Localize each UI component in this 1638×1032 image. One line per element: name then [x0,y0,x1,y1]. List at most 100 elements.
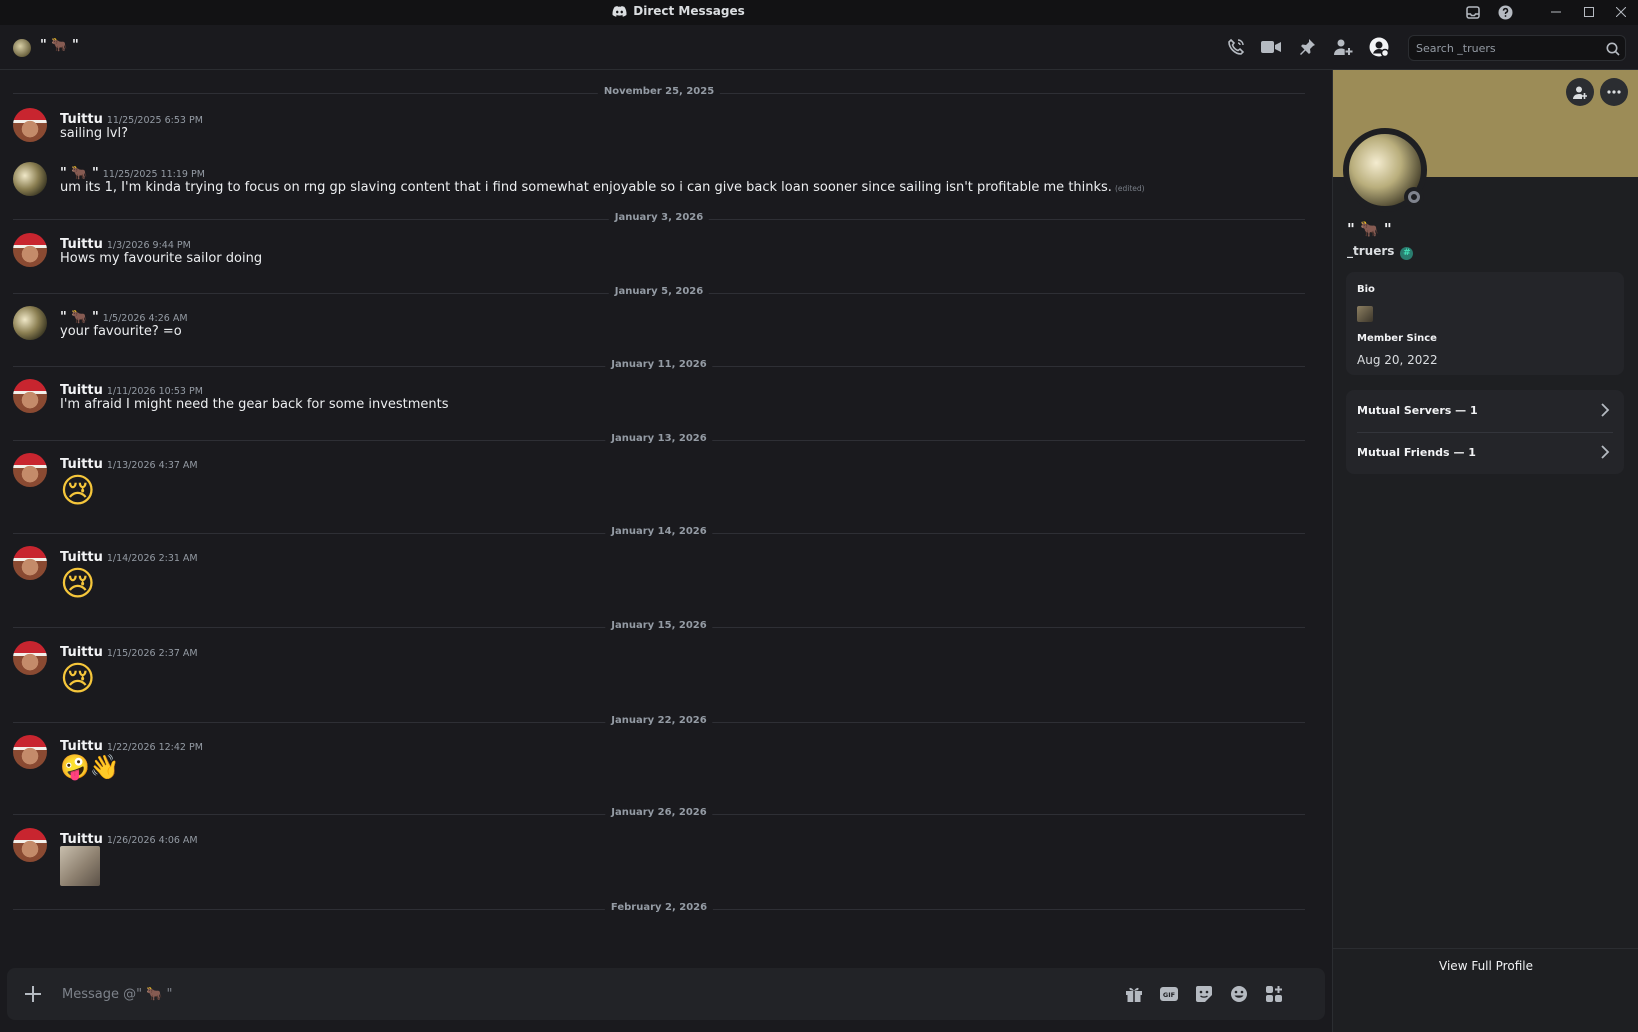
message-header: Tuittu 1/14/2026 2:31 AM [60,546,198,565]
message-item[interactable]: Tuittu 1/11/2026 10:53 PM I'm afraid I mig… [13,379,1303,417]
close-icon[interactable] [1610,2,1632,22]
message-header: Tuittu 1/15/2026 2:37 AM [60,641,198,660]
date-divider-label: January 13, 2026 [605,433,713,444]
date-divider-label: January 11, 2026 [605,359,713,370]
author-avatar[interactable] [13,233,47,267]
gif-icon[interactable]: GIF [1158,984,1180,1004]
message-timestamp: 11/25/2025 6:53 PM [106,115,203,126]
author-name[interactable]: Tuittu [60,832,103,847]
pinned-messages-icon[interactable] [1296,36,1318,58]
message-timestamp: 1/15/2026 2:37 AM [106,648,198,659]
message-item[interactable]: Tuittu 1/14/2026 2:31 AM 😢 [13,546,1303,604]
date-divider: January 11, 2026 [13,359,1305,370]
message-list[interactable]: November 25, 2025 Tuittu 11/25/2025 6:53 P… [0,71,1332,969]
chevron-right-icon [1600,444,1610,464]
author-avatar[interactable] [13,546,47,580]
date-divider-label: November 25, 2025 [597,86,721,97]
author-avatar[interactable] [13,379,47,413]
message-header: Tuittu 1/26/2026 4:06 AM [60,828,198,847]
author-name[interactable]: " 🐂 " [60,166,99,181]
bio-custom-emoji [1357,306,1373,322]
author-name[interactable]: Tuittu [60,550,103,565]
date-divider: January 15, 2026 [13,620,1305,631]
upload-plus-button[interactable] [21,982,45,1006]
search-input[interactable] [1409,36,1599,60]
date-divider-label: January 14, 2026 [605,526,713,537]
profile-display-name: " 🐂 " [1347,220,1392,238]
header-display-name[interactable]: " 🐂 " [40,38,79,53]
sticker-icon[interactable] [1193,984,1215,1004]
crying-face-emoji[interactable]: 😢 [60,471,95,511]
author-avatar[interactable] [13,641,47,675]
message-item[interactable]: Tuittu 1/26/2026 4:06 AM [13,828,1303,886]
video-call-icon[interactable] [1260,36,1282,58]
author-avatar[interactable] [13,453,47,487]
bio-label: Bio [1357,284,1375,295]
message-text: I'm afraid I might need the gear back fo… [60,397,449,412]
author-name[interactable]: " 🐂 " [60,310,99,325]
voice-call-icon[interactable] [1225,36,1247,58]
inbox-icon[interactable] [1462,2,1484,22]
help-icon[interactable] [1494,2,1516,22]
author-name[interactable]: Tuittu [60,457,103,472]
add-friend-button[interactable] [1566,78,1594,106]
image-attachment[interactable] [60,846,100,886]
author-avatar[interactable] [13,162,47,196]
search-box[interactable] [1408,35,1626,61]
message-item[interactable]: " 🐂 " 11/25/2025 11:19 PM um its 1, I'm ki… [13,162,1303,200]
message-item[interactable]: Tuittu 1/22/2026 12:42 PM 🤪👋 [13,735,1303,781]
search-icon[interactable] [1606,41,1620,60]
message-header: Tuittu 11/25/2025 6:53 PM [60,108,203,127]
author-name[interactable]: Tuittu [60,237,103,252]
message-item[interactable]: Tuittu 1/15/2026 2:37 AM 😢 [13,641,1303,699]
message-text: sailing lvl? [60,126,129,141]
date-divider: February 2, 2026 [13,902,1305,913]
window-title: Direct Messages [0,4,1357,20]
profile-username[interactable]: _truers # [1347,244,1414,260]
author-avatar[interactable] [13,828,47,862]
author-name[interactable]: Tuittu [60,383,103,398]
member-since-date: Aug 20, 2022 [1357,353,1438,367]
author-name[interactable]: Tuittu [60,645,103,660]
mutual-servers-row[interactable]: Mutual Servers — 1 [1346,390,1624,433]
waving-emoji[interactable]: 🤪👋 [60,753,120,781]
author-avatar[interactable] [13,306,47,340]
message-header: Tuittu 1/3/2026 9:44 PM [60,233,191,252]
window-title-text: Direct Messages [633,4,745,18]
message-item[interactable]: Tuittu 11/25/2025 6:53 PM sailing lvl? [13,108,1303,146]
message-content: Hows my favourite sailor doing [60,251,262,266]
mutual-friends-label: Mutual Friends — 1 [1357,446,1476,459]
user-profile-icon[interactable] [1368,36,1390,58]
gift-icon[interactable] [1123,984,1145,1004]
discord-logo-icon [612,6,627,20]
more-options-button[interactable] [1600,78,1628,106]
message-item[interactable]: Tuittu 1/3/2026 9:44 PM Hows my favourite … [13,233,1303,271]
view-full-profile-link[interactable]: View Full Profile [1333,959,1638,973]
emoji-icon[interactable] [1228,984,1250,1004]
add-friends-to-dm-icon[interactable] [1332,36,1354,58]
message-item[interactable]: " 🐂 " 1/5/2026 4:26 AM your favourite? =o [13,306,1303,344]
author-avatar[interactable] [13,735,47,769]
header-avatar[interactable] [13,39,31,57]
date-divider: January 22, 2026 [13,715,1305,726]
date-divider: January 3, 2026 [13,212,1305,223]
author-avatar[interactable] [13,108,47,142]
message-item[interactable]: Tuittu 1/13/2026 4:37 AM 😢 [13,453,1303,511]
message-timestamp: 1/22/2026 12:42 PM [106,742,203,753]
mutual-friends-row[interactable]: Mutual Friends — 1 [1346,432,1624,474]
message-input[interactable] [62,981,1122,1007]
date-divider-label: January 26, 2026 [605,807,713,818]
message-header: " 🐂 " 11/25/2025 11:19 PM [60,162,205,181]
minimize-icon[interactable] [1545,2,1567,22]
message-content: I'm afraid I might need the gear back fo… [60,397,449,412]
profile-badge-icon[interactable]: # [1400,247,1414,260]
apps-icon[interactable] [1263,984,1285,1004]
crying-face-emoji[interactable]: 😢 [60,564,95,604]
message-timestamp: 1/26/2026 4:06 AM [106,835,198,846]
crying-face-emoji[interactable]: 😢 [60,659,95,699]
message-timestamp: 1/13/2026 4:37 AM [106,460,198,471]
author-name[interactable]: Tuittu [60,739,103,754]
maximize-icon[interactable] [1578,2,1600,22]
message-content: um its 1, I'm kinda trying to focus on r… [60,180,1145,195]
author-name[interactable]: Tuittu [60,112,103,127]
